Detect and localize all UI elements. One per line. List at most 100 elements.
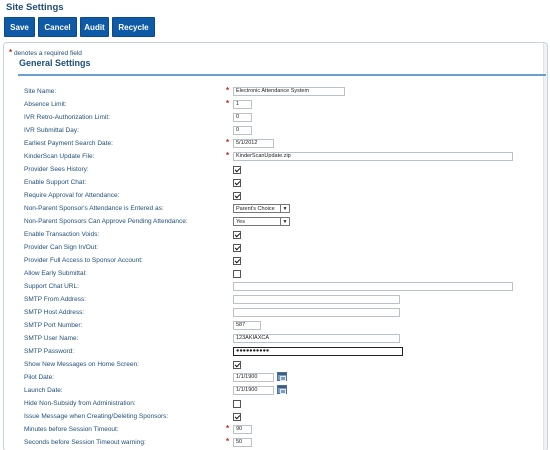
provider-sees-history-label: Provider Sees History: <box>24 166 89 173</box>
required-asterisk-icon: * <box>226 424 230 433</box>
seconds-warning-input[interactable]: 50 <box>233 438 252 447</box>
row-enable-support-chat: Enable Support Chat: <box>4 177 544 189</box>
smtp-port-label: SMTP Port Number: <box>24 322 83 329</box>
row-earliest-payment: Earliest Payment Search Date: * 5/1/2012 <box>4 138 544 150</box>
non-parent-entered-as-label: Non-Parent Sponsor's Attendance is Enter… <box>24 205 164 212</box>
section-title-general-settings: General Settings <box>19 58 91 68</box>
required-note-text: denotes a required field <box>13 50 82 57</box>
row-pilot-date: Pilot Date: 1/1/1900 <box>4 372 544 384</box>
earliest-payment-label: Earliest Payment Search Date: <box>24 140 113 147</box>
minutes-timeout-input[interactable]: 90 <box>233 425 252 434</box>
row-ivr-submittal: IVR Submittal Day: 0 <box>4 125 544 137</box>
smtp-user-input[interactable]: 123AKIAXCA <box>233 334 400 343</box>
required-note: * denotes a required field <box>9 48 82 57</box>
row-site-name: Site Name: * Electronic Attendance Syste… <box>4 86 544 98</box>
row-minutes-timeout: Minutes before Session Timeout: * 90 <box>4 424 544 436</box>
provider-sees-history-checkbox[interactable] <box>233 166 241 174</box>
non-parent-approve-value: Yes <box>236 218 245 225</box>
row-allow-early-submittal: Allow Early Submittal: <box>4 268 544 280</box>
provider-full-access-checkbox[interactable] <box>233 257 241 265</box>
row-smtp-from: SMTP From Address: <box>4 294 544 306</box>
settings-panel: * denotes a required field General Setti… <box>3 42 548 450</box>
non-parent-entered-as-value: Parent's Choice <box>236 205 275 212</box>
audit-button[interactable]: Audit <box>80 17 109 37</box>
calendar-icon[interactable] <box>277 372 287 381</box>
require-approval-checkbox[interactable] <box>233 192 241 200</box>
row-smtp-password: SMTP Password: ●●●●●●●●●● <box>4 346 544 358</box>
calendar-icon[interactable] <box>277 385 287 394</box>
pilot-date-label: Pilot Date: <box>24 374 54 381</box>
enable-support-chat-label: Enable Support Chat: <box>24 179 87 186</box>
enable-transaction-voids-checkbox[interactable] <box>233 231 241 239</box>
smtp-from-label: SMTP From Address: <box>24 296 87 303</box>
row-show-new-messages: Show New Messages on Home Screen: <box>4 359 544 371</box>
hide-non-subsidy-label: Hide Non-Subsidy from Administration: <box>24 400 136 407</box>
smtp-user-label: SMTP User Name: <box>24 335 79 342</box>
row-absence-limit: Absence Limit: * 1 <box>4 99 544 111</box>
required-asterisk-icon: * <box>226 437 230 446</box>
row-smtp-user: SMTP User Name: 123AKIAXCA <box>4 333 544 345</box>
save-button[interactable]: Save <box>4 17 35 37</box>
launch-date-input[interactable]: 1/1/1900 <box>233 386 274 395</box>
provider-sign-in-out-checkbox[interactable] <box>233 244 241 252</box>
smtp-port-input[interactable]: 587 <box>233 321 261 330</box>
show-new-messages-checkbox[interactable] <box>233 361 241 369</box>
smtp-password-input[interactable]: ●●●●●●●●●● <box>233 347 403 356</box>
support-chat-url-input[interactable] <box>233 282 513 291</box>
support-chat-url-label: Support Chat URL: <box>24 283 79 290</box>
non-parent-approve-label: Non-Parent Sponsors Can Approve Pending … <box>24 218 188 225</box>
ivr-submittal-input[interactable]: 0 <box>233 126 252 135</box>
hide-non-subsidy-checkbox[interactable] <box>233 400 241 408</box>
toolbar: Save Cancel Audit Recycle <box>4 17 155 37</box>
issue-message-checkbox[interactable] <box>233 413 241 421</box>
ivr-retro-label: IVR Retro-Authorization Limit: <box>24 114 110 121</box>
row-seconds-warning: Seconds before Session Timeout warning: … <box>4 437 544 449</box>
smtp-password-label: SMTP Password: <box>24 348 75 355</box>
row-hide-non-subsidy: Hide Non-Subsidy from Administration: <box>4 398 544 410</box>
minutes-timeout-label: Minutes before Session Timeout: <box>24 426 119 433</box>
row-enable-transaction-voids: Enable Transaction Voids: <box>4 229 544 241</box>
chevron-down-icon: ▼ <box>280 205 289 212</box>
row-support-chat-url: Support Chat URL: <box>4 281 544 293</box>
kinderscan-file-label: KinderScan Update File: <box>24 153 95 160</box>
earliest-payment-input[interactable]: 5/1/2012 <box>233 139 274 148</box>
cancel-button[interactable]: Cancel <box>38 17 77 37</box>
row-provider-sign-in-out: Provider Can Sign In/Out: <box>4 242 544 254</box>
row-provider-sees-history: Provider Sees History: <box>4 164 544 176</box>
row-require-approval: Require Approval for Attendance: <box>4 190 544 202</box>
row-smtp-port: SMTP Port Number: 587 <box>4 320 544 332</box>
issue-message-label: Issue Message when Creating/Deleting Spo… <box>24 413 169 420</box>
row-issue-message: Issue Message when Creating/Deleting Spo… <box>4 411 544 423</box>
required-asterisk-icon: * <box>226 99 230 108</box>
required-asterisk-icon: * <box>226 151 230 160</box>
row-non-parent-entered-as: Non-Parent Sponsor's Attendance is Enter… <box>4 203 544 215</box>
absence-limit-label: Absence Limit: <box>24 101 67 108</box>
non-parent-entered-as-select[interactable]: Parent's Choice ▼ <box>233 204 290 213</box>
non-parent-approve-select[interactable]: Yes ▼ <box>233 217 290 226</box>
ivr-retro-input[interactable]: 0 <box>233 113 252 122</box>
row-provider-full-access: Provider Full Access to Sponsor Account: <box>4 255 544 267</box>
site-name-label: Site Name: <box>24 88 57 95</box>
site-name-input[interactable]: Electronic Attendance System <box>233 87 345 96</box>
row-non-parent-approve: Non-Parent Sponsors Can Approve Pending … <box>4 216 544 228</box>
launch-date-label: Launch Date: <box>24 387 63 394</box>
row-launch-date: Launch Date: 1/1/1900 <box>4 385 544 397</box>
row-smtp-host: SMTP Host Address: <box>4 307 544 319</box>
seconds-warning-label: Seconds before Session Timeout warning: <box>24 439 146 446</box>
absence-limit-input[interactable]: 1 <box>233 100 252 109</box>
required-asterisk-icon: * <box>9 48 13 57</box>
recycle-button[interactable]: Recycle <box>112 17 155 37</box>
provider-full-access-label: Provider Full Access to Sponsor Account: <box>24 257 143 264</box>
show-new-messages-label: Show New Messages on Home Screen: <box>24 361 139 368</box>
ivr-submittal-label: IVR Submittal Day: <box>24 127 79 134</box>
smtp-host-input[interactable] <box>233 308 400 317</box>
smtp-from-input[interactable] <box>233 295 400 304</box>
required-asterisk-icon: * <box>226 86 230 95</box>
allow-early-submittal-label: Allow Early Submittal: <box>24 270 87 277</box>
allow-early-submittal-checkbox[interactable] <box>233 270 241 278</box>
smtp-host-label: SMTP Host Address: <box>24 309 85 316</box>
kinderscan-file-input[interactable]: KinderScanUpdate.zip <box>233 152 513 161</box>
chevron-down-icon: ▼ <box>280 218 289 225</box>
enable-support-chat-checkbox[interactable] <box>233 179 241 187</box>
pilot-date-input[interactable]: 1/1/1900 <box>233 373 274 382</box>
